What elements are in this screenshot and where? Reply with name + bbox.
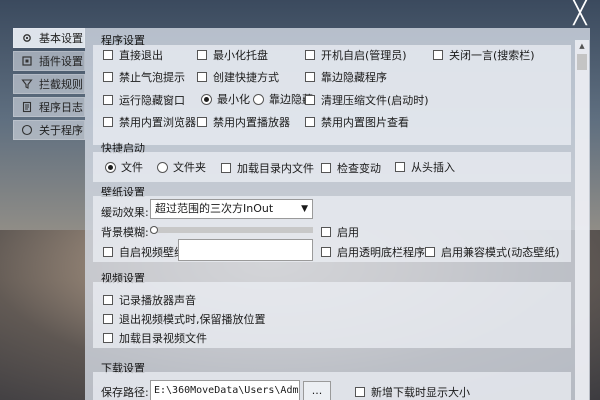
blur-slider-track[interactable]: [150, 227, 313, 233]
radio-folder[interactable]: 文件夹: [157, 159, 206, 175]
close-icon[interactable]: ╳: [570, 3, 590, 25]
disable-builtin-player-checkbox[interactable]: 禁用内置播放器: [197, 114, 290, 130]
sidebar-item-about[interactable]: 关于程序: [13, 120, 85, 140]
field-label: 保存路径:: [101, 386, 149, 399]
radio-label: 文件: [121, 161, 143, 174]
radio-file[interactable]: 文件: [105, 159, 143, 175]
checkbox-label: 启用兼容模式(动态壁纸): [441, 246, 560, 259]
checkbox-label: 禁用内置播放器: [213, 116, 290, 129]
info-icon: [20, 123, 34, 137]
checkbox-label: 清理压缩文件(启动时): [321, 94, 429, 107]
filter-icon: [20, 77, 34, 91]
radio-label: 文件夹: [173, 161, 206, 174]
direct-exit-checkbox[interactable]: 直接退出: [103, 47, 163, 63]
checkbox-label: 从头插入: [411, 161, 455, 174]
checkbox-label: 启用: [337, 226, 359, 239]
plugin-icon: [20, 54, 34, 68]
chevron-down-icon: ▼: [301, 204, 308, 214]
show-download-size-checkbox[interactable]: 新增下载时显示大小: [355, 384, 470, 400]
checkbox-label: 靠边隐藏程序: [321, 71, 387, 84]
minimize-tray-checkbox[interactable]: 最小化托盘: [197, 47, 268, 63]
sidebar-item-label: 基本设置: [39, 32, 83, 45]
input-value: E:\360MoveData\Users\Adm: [154, 385, 299, 396]
blur-slider-handle[interactable]: [150, 226, 158, 234]
gear-icon: [20, 31, 34, 45]
checkbox-label: 禁用内置浏览器: [119, 116, 196, 129]
checkbox-label: 加载目录内文件: [237, 162, 314, 175]
checkbox-label: 自启视频壁纸: [119, 246, 185, 259]
easing-label: 缓动效果:: [101, 204, 149, 220]
checkbox-label: 检查变动: [337, 162, 381, 175]
sidebar-item-program-log[interactable]: 程序日志: [13, 97, 85, 117]
disable-bubble-checkbox[interactable]: 禁止气泡提示: [103, 69, 185, 85]
sidebar-item-label: 拦截规则: [39, 78, 83, 91]
checkbox-label: 禁用内置图片查看: [321, 116, 409, 129]
checkbox-label: 开机自启(管理员): [321, 49, 407, 62]
run-hide-window-checkbox[interactable]: 运行隐藏窗口: [103, 92, 185, 108]
video-wallpaper-path-input[interactable]: [178, 239, 313, 261]
load-dir-videos-checkbox[interactable]: 加载目录视频文件: [103, 330, 207, 346]
scroll-thumb[interactable]: [577, 54, 587, 70]
checkbox-label: 直接退出: [119, 49, 163, 62]
checkbox-label: 最小化托盘: [213, 49, 268, 62]
checkbox-label: 创建快捷方式: [213, 71, 279, 84]
compat-mode-checkbox[interactable]: 启用兼容模式(动态壁纸): [425, 244, 560, 260]
autostart-admin-checkbox[interactable]: 开机自启(管理员): [305, 47, 407, 63]
create-shortcut-checkbox[interactable]: 创建快捷方式: [197, 69, 279, 85]
radio-edge-hide[interactable]: 靠边隐藏: [253, 91, 313, 107]
vertical-scrollbar[interactable]: ▲: [575, 40, 589, 400]
sidebar-item-label: 插件设置: [39, 55, 83, 68]
clean-compressed-checkbox[interactable]: 清理压缩文件(启动时): [305, 92, 429, 108]
scroll-up-arrow-icon[interactable]: ▲: [575, 40, 589, 52]
checkbox-label: 退出视频模式时,保留播放位置: [119, 313, 266, 326]
insert-at-start-checkbox[interactable]: 从头插入: [395, 159, 455, 175]
autostart-video-wallpaper-checkbox[interactable]: 自启视频壁纸: [103, 244, 185, 260]
load-dir-files-checkbox[interactable]: 加载目录内文件: [221, 160, 314, 176]
checkbox-label: 启用透明底栏程序: [337, 246, 425, 259]
sidebar-item-plugin-settings[interactable]: 插件设置: [13, 51, 85, 71]
enable-blur-checkbox[interactable]: 启用: [321, 224, 359, 240]
sidebar-item-label: 关于程序: [39, 124, 83, 137]
close-sentence-checkbox[interactable]: 关闭一言(搜索栏): [433, 47, 535, 63]
easing-select[interactable]: 超过范围的三次方InOut ▼: [150, 199, 313, 219]
select-value: 超过范围的三次方InOut: [155, 202, 274, 215]
disable-builtin-image-checkbox[interactable]: 禁用内置图片查看: [305, 114, 409, 130]
edge-hide-program-checkbox[interactable]: 靠边隐藏程序: [305, 69, 387, 85]
radio-minimize[interactable]: 最小化: [201, 91, 250, 107]
check-changes-checkbox[interactable]: 检查变动: [321, 160, 381, 176]
radio-label: 最小化: [217, 93, 250, 106]
browse-button[interactable]: ...: [303, 381, 331, 400]
checkbox-label: 关闭一言(搜索栏): [449, 49, 535, 62]
save-path-label: 保存路径:: [101, 384, 149, 400]
button-label: ...: [311, 384, 323, 397]
blur-label: 背景模糊:: [101, 224, 149, 240]
checkbox-label: 记录播放器声音: [119, 294, 196, 307]
checkbox-label: 运行隐藏窗口: [119, 94, 185, 107]
field-label: 缓动效果:: [101, 206, 149, 219]
checkbox-label: 加载目录视频文件: [119, 332, 207, 345]
sidebar-item-basic-settings[interactable]: 基本设置: [13, 28, 85, 48]
transparent-taskbar-checkbox[interactable]: 启用透明底栏程序: [321, 244, 425, 260]
document-icon: [20, 100, 34, 114]
sidebar-item-block-rules[interactable]: 拦截规则: [13, 74, 85, 94]
save-path-input[interactable]: E:\360MoveData\Users\Adm: [150, 380, 300, 400]
checkbox-label: 禁止气泡提示: [119, 71, 185, 84]
disable-builtin-browser-checkbox[interactable]: 禁用内置浏览器: [103, 114, 196, 130]
sidebar-item-label: 程序日志: [39, 101, 83, 114]
field-label: 背景模糊:: [101, 226, 149, 239]
checkbox-label: 新增下载时显示大小: [371, 386, 470, 399]
sidebar: 基本设置 插件设置 拦截规则 程序日志 关于程序: [13, 28, 85, 143]
keep-play-position-checkbox[interactable]: 退出视频模式时,保留播放位置: [103, 311, 266, 327]
record-player-sound-checkbox[interactable]: 记录播放器声音: [103, 292, 196, 308]
